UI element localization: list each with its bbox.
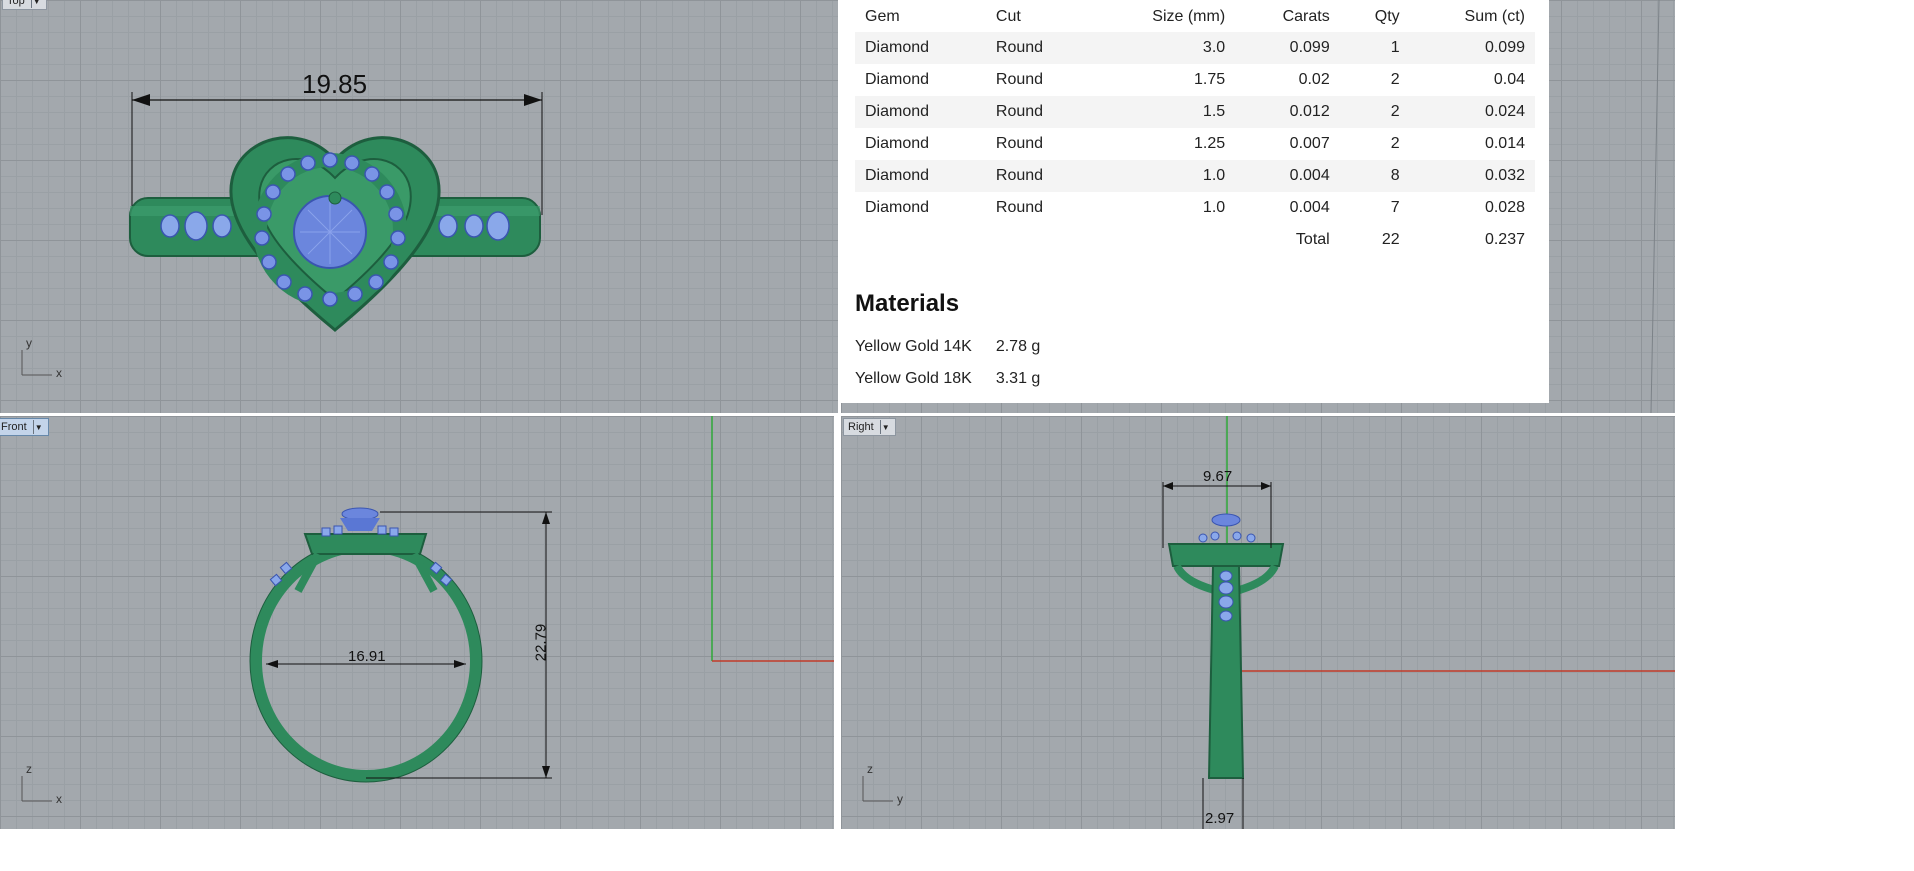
- cell-gem: Diamond: [865, 199, 930, 216]
- axis-label-y: y: [897, 792, 903, 806]
- axis-label-y: y: [26, 336, 32, 350]
- cell-cut: Round: [995, 71, 1044, 88]
- total-label: Total: [1295, 231, 1330, 248]
- dimension-width-label: 9.67: [1203, 468, 1233, 485]
- header-cut: Cut: [995, 8, 1021, 25]
- cell-sum: 0.028: [1484, 199, 1525, 216]
- cell-size: 1.75: [1194, 71, 1226, 88]
- dimension-bottom-label: 2.97: [1205, 810, 1235, 827]
- cell-sum: 0.032: [1409, 160, 1535, 192]
- table-row: Diamond Round 1.25 0.007 2 0.014: [855, 128, 1535, 160]
- material-row: Yellow Gold 14K 2.78 g: [855, 338, 1040, 356]
- table-row: Diamond Round 1.0 0.004 8 0.032: [855, 160, 1535, 192]
- cell-carats: 0.02: [1298, 71, 1330, 88]
- cell-size: 1.0: [1090, 160, 1236, 192]
- cell-carats: 0.004: [1289, 199, 1330, 216]
- header-carats: Carats: [1282, 8, 1330, 25]
- cell-qty: 8: [1339, 160, 1410, 192]
- cell-cut: Round: [985, 160, 1091, 192]
- cell-qty: 7: [1390, 199, 1400, 216]
- materials-title: Materials: [855, 290, 960, 317]
- cell-gem: Diamond: [865, 135, 930, 152]
- gem-table-header: Gem Cut Size (mm) Carats Qty Sum (ct): [855, 2, 1535, 32]
- header-sum: Sum (ct): [1464, 8, 1525, 25]
- axis-label-x: x: [56, 792, 62, 806]
- cell-sum: 0.099: [1409, 32, 1535, 64]
- cell-cut: Round: [995, 135, 1044, 152]
- cell-qty: 2: [1339, 96, 1410, 128]
- cell-qty: 1: [1339, 32, 1410, 64]
- cell-qty: 2: [1390, 135, 1400, 152]
- cell-size: 1.0: [1202, 199, 1226, 216]
- material-row: Yellow Gold 18K 3.31 g: [855, 370, 1040, 388]
- viewport-right[interactable]: Right ▼ 9.67 2.97 z y: [841, 416, 1675, 829]
- cell-sum: 0.04: [1493, 71, 1525, 88]
- total-sum: 0.237: [1484, 231, 1525, 248]
- table-row: Diamond Round 1.75 0.02 2 0.04: [855, 64, 1535, 96]
- top-view-drawing: [21, 92, 543, 376]
- material-weight: 3.31 g: [995, 370, 1041, 387]
- cell-gem: Diamond: [855, 96, 986, 128]
- material-name: Yellow Gold 18K: [855, 370, 972, 387]
- viewport-front[interactable]: Front ▼ 16.91 22.79 z x: [0, 416, 834, 829]
- cell-qty: 2: [1390, 71, 1400, 88]
- right-view-drawing: [862, 416, 1675, 829]
- axis-label-z: z: [26, 762, 32, 776]
- material-name: Yellow Gold 14K: [855, 338, 972, 355]
- total-qty: 22: [1381, 231, 1400, 248]
- header-gem: Gem: [865, 8, 900, 25]
- table-total-row: Total 22 0.237: [855, 224, 1535, 256]
- cell-carats: 0.007: [1289, 135, 1330, 152]
- material-weight: 2.78 g: [995, 338, 1041, 355]
- cell-carats: 0.099: [1235, 32, 1340, 64]
- cell-gem: Diamond: [855, 32, 986, 64]
- cell-cut: Round: [985, 32, 1091, 64]
- table-row: Diamond Round 1.5 0.012 2 0.024: [855, 96, 1535, 128]
- axis-label-x: x: [56, 366, 62, 380]
- front-view-drawing: [21, 416, 834, 802]
- gem-report-panel: Gem Cut Size (mm) Carats Qty Sum (ct) Di…: [841, 0, 1549, 403]
- cell-carats: 0.004: [1235, 160, 1340, 192]
- cell-gem: Diamond: [855, 160, 986, 192]
- cell-sum: 0.014: [1484, 135, 1525, 152]
- cell-carats: 0.012: [1235, 96, 1340, 128]
- header-size: Size (mm): [1152, 8, 1226, 25]
- cell-sum: 0.024: [1409, 96, 1535, 128]
- viewport-top[interactable]: Top ▼ 19.85 y x: [0, 0, 838, 413]
- table-row: Diamond Round 3.0 0.099 1 0.099: [855, 32, 1535, 64]
- axis-label-z: z: [867, 762, 873, 776]
- header-qty: Qty: [1374, 8, 1400, 25]
- cell-cut: Round: [995, 199, 1044, 216]
- cell-size: 1.25: [1194, 135, 1226, 152]
- dimension-height-label: 22.79: [532, 623, 550, 662]
- gem-table: Gem Cut Size (mm) Carats Qty Sum (ct) Di…: [855, 2, 1535, 256]
- cell-cut: Round: [985, 96, 1091, 128]
- cell-size: 3.0: [1090, 32, 1236, 64]
- dimension-width-label: 16.91: [348, 648, 386, 665]
- dimension-label: 19.85: [302, 69, 368, 99]
- table-row: Diamond Round 1.0 0.004 7 0.028: [855, 192, 1535, 224]
- cell-size: 1.5: [1090, 96, 1236, 128]
- cell-gem: Diamond: [865, 71, 930, 88]
